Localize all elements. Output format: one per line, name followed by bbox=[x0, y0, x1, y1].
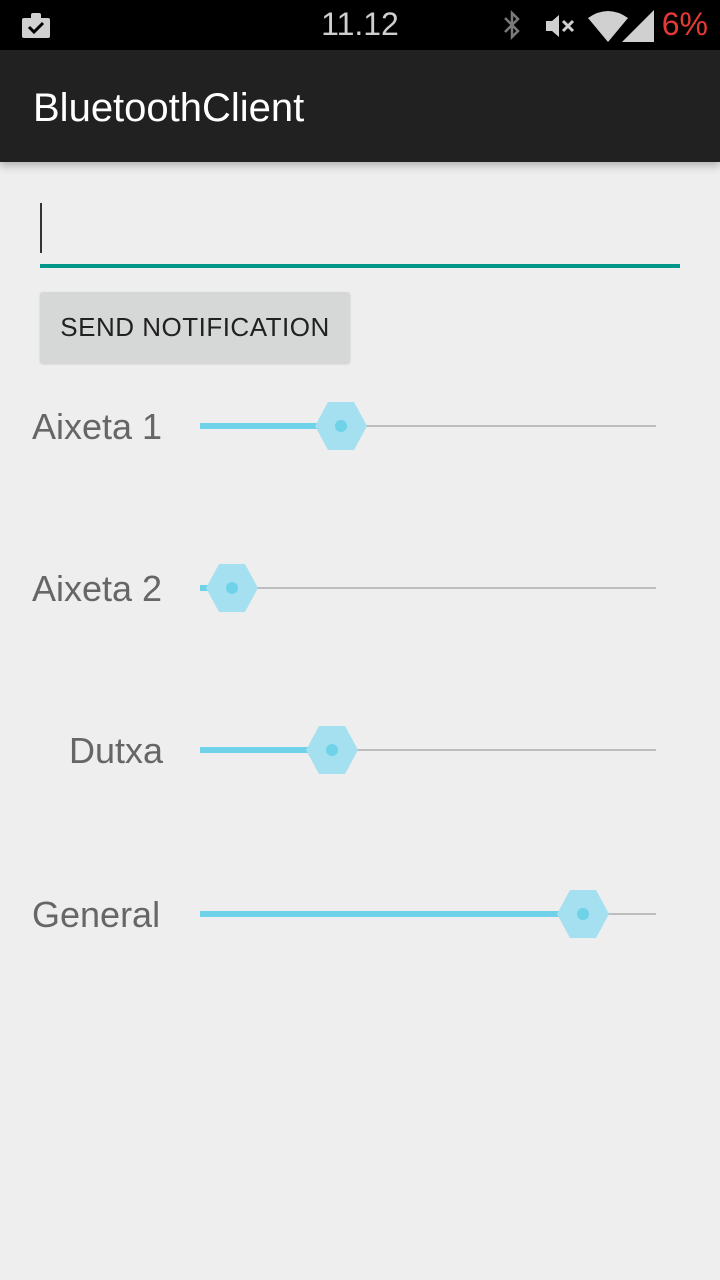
mute-icon bbox=[544, 12, 576, 45]
dutxa-slider[interactable] bbox=[200, 720, 656, 780]
slider-thumb[interactable] bbox=[205, 563, 259, 613]
slider-label: General bbox=[32, 894, 161, 935]
slider-label: Aixeta 1 bbox=[32, 406, 163, 447]
status-bar: 11.12 6% bbox=[0, 0, 720, 50]
slider-label: Dutxa bbox=[69, 730, 164, 771]
slider-row-dutxa: Dutxa bbox=[0, 720, 720, 780]
slider-fill bbox=[200, 911, 583, 917]
text-cursor bbox=[40, 203, 42, 253]
slider-row-aixeta-2: Aixeta 2 bbox=[0, 558, 720, 618]
app-bar: BluetoothClient bbox=[0, 50, 720, 162]
slider-track bbox=[200, 587, 656, 589]
slider-row-general: General bbox=[0, 884, 720, 944]
slider-label: Aixeta 2 bbox=[32, 568, 163, 609]
signal-icon bbox=[622, 10, 656, 47]
slider-row-aixeta-1: Aixeta 1 bbox=[0, 396, 720, 456]
aixeta-2-slider[interactable] bbox=[200, 558, 656, 618]
slider-thumb[interactable] bbox=[556, 889, 610, 939]
bluetooth-icon bbox=[502, 9, 522, 45]
slider-thumb[interactable] bbox=[305, 725, 359, 775]
general-slider[interactable] bbox=[200, 884, 656, 944]
battery-level: 6% bbox=[661, 6, 708, 42]
message-input[interactable] bbox=[40, 196, 680, 268]
aixeta-1-slider[interactable] bbox=[200, 396, 656, 456]
send-notification-button[interactable]: SEND NOTIFICATION bbox=[40, 292, 350, 363]
slider-thumb[interactable] bbox=[314, 401, 368, 451]
app-title: BluetoothClient bbox=[33, 86, 305, 130]
